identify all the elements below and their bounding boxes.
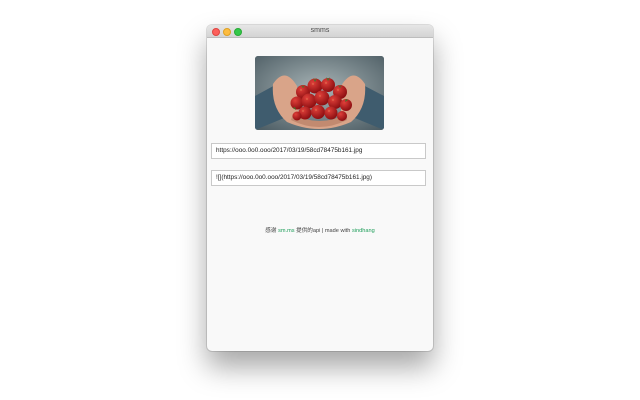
footer-credits: 感谢 sm.ms 提供的api | made with sindhang: [207, 226, 433, 234]
strawberries-photo-icon: [255, 56, 384, 130]
window-title: smms: [310, 27, 330, 34]
uploaded-image-preview[interactable]: [255, 56, 384, 130]
author-link[interactable]: sindhang: [352, 228, 375, 234]
footer-thanks-prefix: 感谢: [265, 228, 277, 234]
title-bar[interactable]: smms: [207, 25, 433, 38]
image-url-field[interactable]: https://ooo.0o0.ooo/2017/03/19/58cd78475…: [211, 143, 426, 159]
markdown-link-field[interactable]: ![](https://ooo.0o0.ooo/2017/03/19/58cd7…: [211, 170, 426, 186]
footer-thanks-suffix: 提供的api | made with: [296, 228, 351, 234]
smms-link[interactable]: sm.ms: [278, 228, 294, 234]
app-window: smms https://ooo.0o0.ooo/2017/03/19/58cd…: [207, 25, 433, 351]
